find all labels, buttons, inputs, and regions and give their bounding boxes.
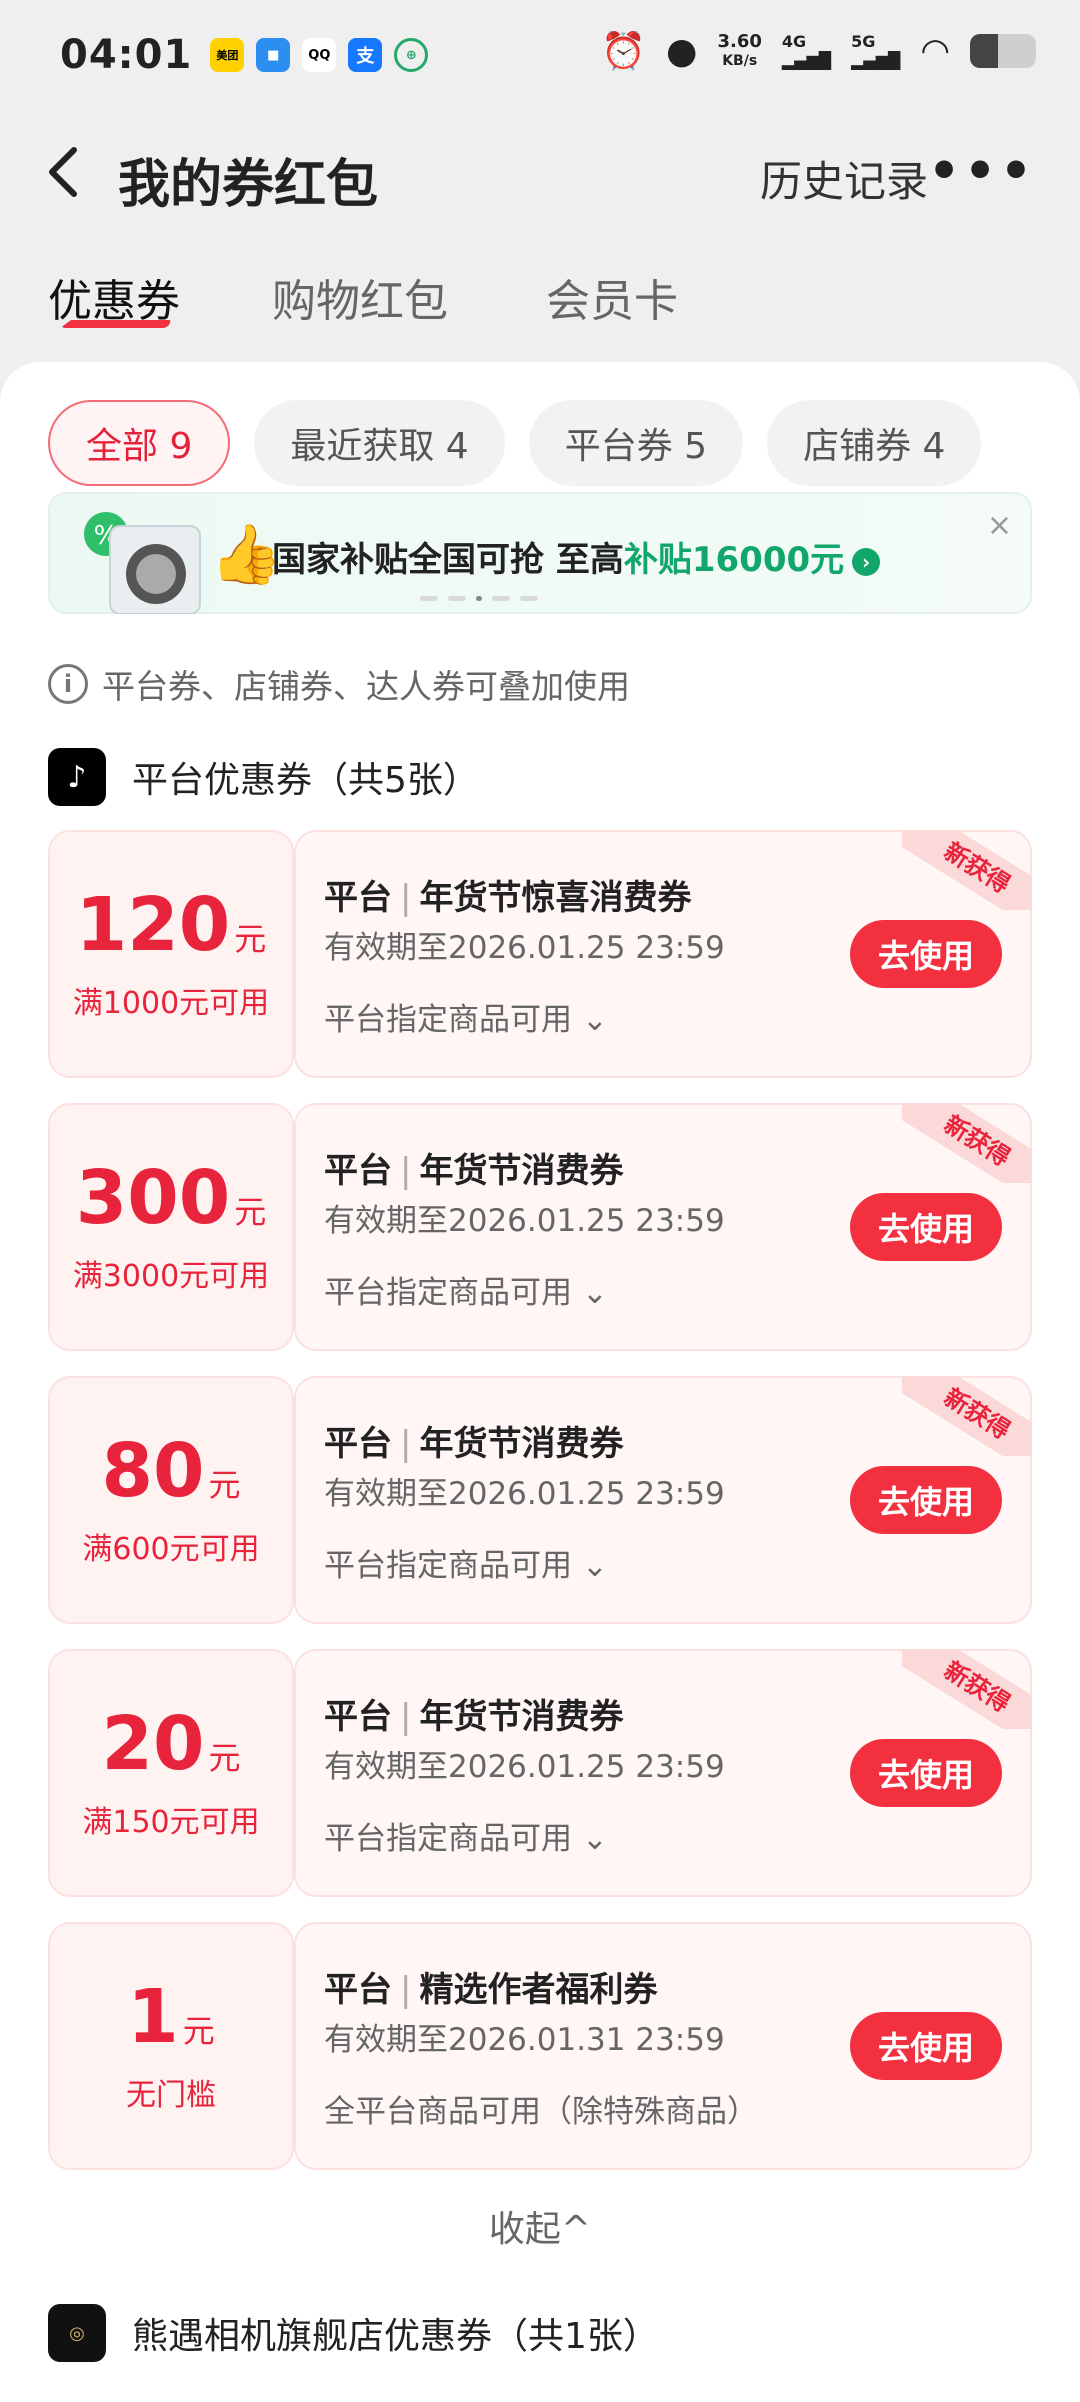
info-icon: i xyxy=(48,664,88,704)
coupon-amount: 1元 xyxy=(127,1974,215,2060)
location-icon: ● xyxy=(666,30,698,72)
coupon-card: 1元 无门槛 平台 | 精选作者福利券 有效期至2026.01.31 23:59 全… xyxy=(48,1922,1032,2170)
section-header-store: ◎ 熊遇相机旗舰店优惠券（共1张） xyxy=(48,2304,659,2362)
wifi-icon: ◠ xyxy=(920,31,950,71)
coupon-amount: 80 元 xyxy=(101,1428,241,1514)
status-time: 04:01 xyxy=(60,32,193,78)
new-badge: 新获得 xyxy=(902,1376,1032,1456)
header: 我的券红包 历史记录 ••• xyxy=(0,120,1080,220)
filter-chips: 全部 9 最近获取 4 平台券 5 店铺券 4 xyxy=(48,400,982,486)
page-title: 我的券红包 xyxy=(118,155,379,215)
coupon-validity: 有效期至2026.01.25 23:59 xyxy=(324,930,725,966)
coupon-amount: 20 元 xyxy=(101,1701,241,1787)
use-coupon-button[interactable]: 去使用 xyxy=(850,1739,1002,1807)
tab-member-cards[interactable]: 会员卡 xyxy=(546,265,678,329)
banner-arrow-icon: › xyxy=(852,548,881,576)
store-logo-icon: ◎ xyxy=(48,2304,106,2362)
coupon-validity: 有效期至2026.01.25 23:59 xyxy=(324,1476,725,1512)
chip-store[interactable]: 店铺券 4 xyxy=(767,400,982,486)
coupon-scope[interactable]: 平台指定商品可用 ⌄ xyxy=(324,1540,608,1585)
status-indicators: ⏰ ● 3.60 KB/s 4G ▂▄▆█ 5G ▂▄▆█ ◠ xyxy=(601,30,1036,72)
notice-text: 平台券、店铺券、达人券可叠加使用 xyxy=(102,667,630,706)
coupon-validity: 有效期至2026.01.25 23:59 xyxy=(324,1203,725,1239)
use-coupon-button[interactable]: 去使用 xyxy=(850,2012,1002,2080)
banner-page-dots xyxy=(420,596,538,601)
coupon-card: 120 元 满1000元可用 平台 | 年货节惊喜消费券 有效期至2026.01.25… xyxy=(48,830,1032,1078)
section-title-platform: 平台优惠券（共5张） xyxy=(132,760,479,801)
coupon-card: 20 元 满150元可用 平台 | 年货节消费券 有效期至2026.01.25 23:… xyxy=(48,1649,1032,1897)
coupon-scope: 全平台商品可用（除特殊商品） xyxy=(324,2094,758,2130)
coupon-amount: 300 元 xyxy=(75,1155,267,1241)
douyin-logo-icon: ♪ xyxy=(48,748,106,806)
coupon-scope[interactable]: 平台指定商品可用 ⌄ xyxy=(324,1267,608,1312)
section-header-platform: ♪ 平台优惠券（共5张） xyxy=(48,748,479,806)
coupon-condition: 满1000元可用 xyxy=(72,986,270,1021)
promo-banner[interactable]: % 👍 国家补贴全国可抢 至高补贴16000元 › × xyxy=(48,492,1032,614)
coupon-card: 300 元 满3000元可用 平台 | 年货节消费券 有效期至2026.01.25 2… xyxy=(48,1103,1032,1351)
signal-4g-icon: 4G ▂▄▆█ xyxy=(781,32,832,70)
tab-red-packets[interactable]: 购物红包 xyxy=(272,265,448,329)
chip-platform[interactable]: 平台券 5 xyxy=(528,400,744,486)
chip-recent[interactable]: 最近获取 4 xyxy=(254,400,505,486)
coupon-title: 平台 | 年货节惊喜消费券 xyxy=(324,878,692,918)
section-title-store: 熊遇相机旗舰店优惠券（共1张） xyxy=(132,2316,659,2357)
coupon-condition: 无门槛 xyxy=(126,2078,216,2113)
coupon-title: 平台 | 精选作者福利券 xyxy=(324,1970,658,2010)
tab-underline xyxy=(60,318,172,328)
washing-machine-icon: % xyxy=(84,512,201,614)
chip-all[interactable]: 全部 9 xyxy=(48,400,231,486)
use-coupon-button[interactable]: 去使用 xyxy=(850,920,1002,988)
qq-icon: QQ xyxy=(302,38,337,72)
coupon-condition: 满3000元可用 xyxy=(72,1259,270,1294)
battery-icon xyxy=(970,34,1036,68)
meituan-icon: 美团 xyxy=(210,38,245,72)
status-bar: 04:01 美团 ■ QQ 支 ⊕ ⏰ ● 3.60 KB/s 4G ▂▄▆█ 5G… xyxy=(0,0,1080,110)
app-blue-icon: ■ xyxy=(256,38,291,72)
coupon-condition: 满150元可用 xyxy=(82,1805,260,1840)
coupon-scope[interactable]: 平台指定商品可用 ⌄ xyxy=(324,994,608,1039)
back-icon[interactable] xyxy=(44,142,94,202)
coupon-title: 平台 | 年货节消费券 xyxy=(324,1151,624,1191)
stacking-notice: i 平台券、店铺券、达人券可叠加使用 xyxy=(48,660,630,708)
alipay-icon: 支 xyxy=(348,38,383,72)
coupon-scope[interactable]: 平台指定商品可用 ⌄ xyxy=(324,1813,608,1858)
signal-5g-icon: 5G ▂▄▆█ xyxy=(851,32,901,70)
more-icon[interactable]: ••• xyxy=(928,142,1036,200)
coupon-condition: 满600元可用 xyxy=(82,1532,260,1567)
coupon-title: 平台 | 年货节消费券 xyxy=(324,1424,624,1464)
new-badge: 新获得 xyxy=(902,1103,1032,1183)
app-green-icon: ⊕ xyxy=(394,38,429,72)
use-coupon-button[interactable]: 去使用 xyxy=(850,1193,1002,1261)
new-badge: 新获得 xyxy=(902,1649,1032,1729)
coupon-validity: 有效期至2026.01.25 23:59 xyxy=(324,1749,725,1785)
status-app-icons: 美团 ■ QQ 支 ⊕ xyxy=(210,38,429,72)
banner-close-icon[interactable]: × xyxy=(987,508,1012,543)
net-speed: 3.60 KB/s xyxy=(717,30,762,69)
coupon-card: 80 元 满600元可用 平台 | 年货节消费券 有效期至2026.01.25 23:… xyxy=(48,1376,1032,1624)
coupon-title: 平台 | 年货节消费券 xyxy=(324,1697,624,1737)
coupon-amount: 120 元 xyxy=(75,882,267,968)
collapse-button[interactable]: 收起^ xyxy=(0,2200,1080,2252)
new-badge: 新获得 xyxy=(902,830,1032,910)
use-coupon-button[interactable]: 去使用 xyxy=(850,1466,1002,1534)
alarm-icon: ⏰ xyxy=(601,31,647,72)
coupon-validity: 有效期至2026.01.31 23:59 xyxy=(324,2022,725,2058)
banner-text: 国家补贴全国可抢 至高补贴16000元 › xyxy=(272,532,881,581)
history-button[interactable]: 历史记录 xyxy=(760,148,928,209)
